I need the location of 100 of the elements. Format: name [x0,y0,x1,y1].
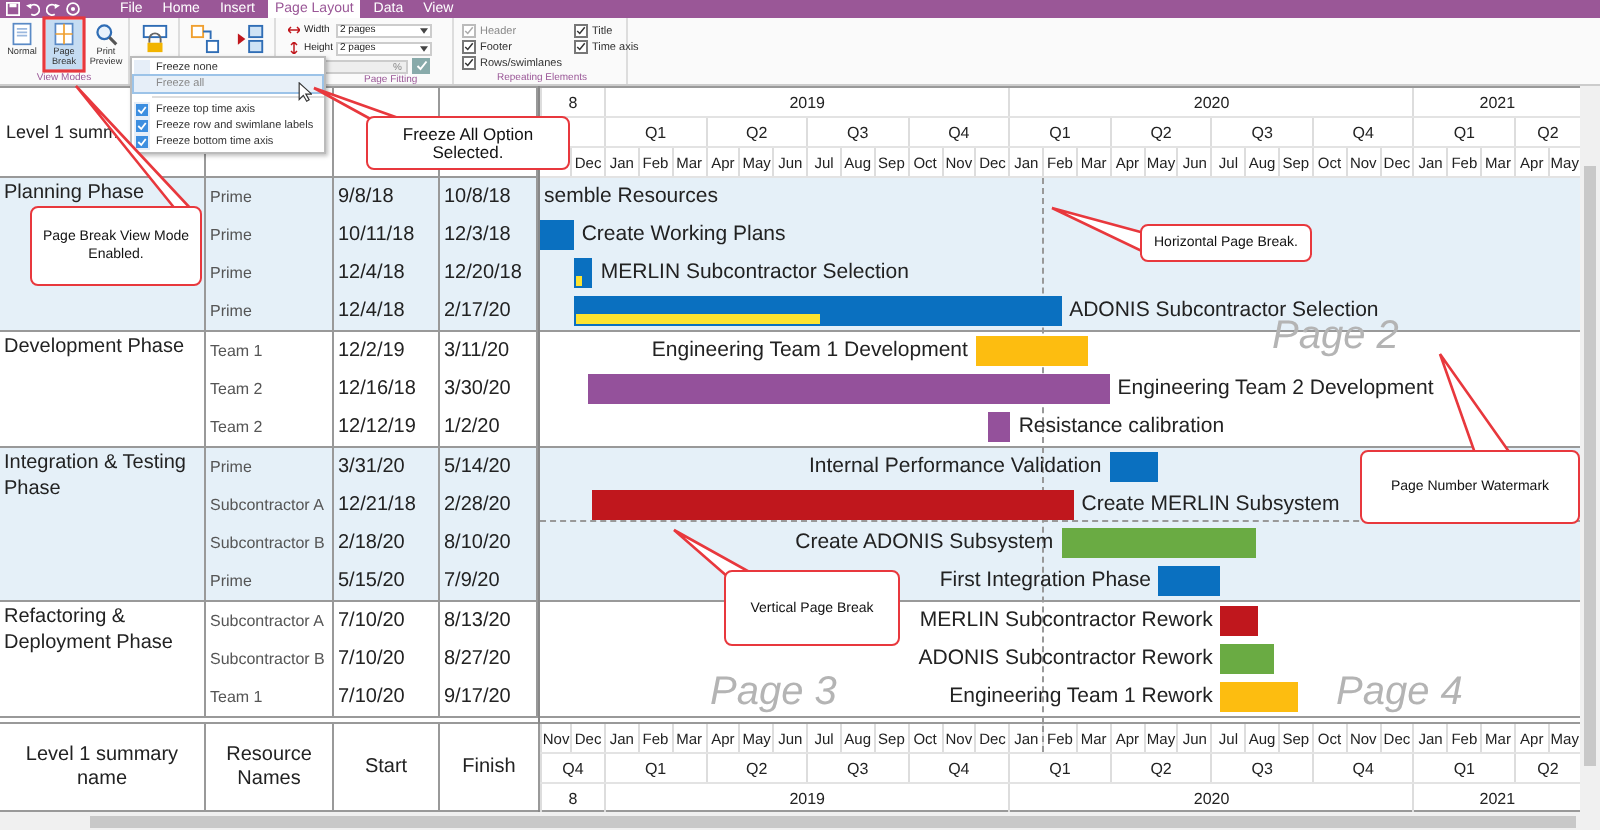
start-cell: 7/10/20 [334,602,440,640]
task-label: Resistance calibration [1018,412,1225,442]
quarter-label: Q1 [604,754,706,782]
quarter-label: Q1 [604,118,706,146]
resource-cell: Prime [206,292,334,330]
column-header: Finish [440,724,540,810]
quarter-label: Q3 [1210,754,1312,782]
task-bar[interactable] [987,412,1011,442]
task-label: Create MERLIN Subsystem [1081,490,1340,520]
caret-icon [420,45,428,51]
quarter-label: Q3 [1210,118,1312,146]
start-cell: 10/11/18 [334,216,440,254]
finish-cell: 12/20/18 [440,254,538,292]
column-header: Resource Names [206,724,334,810]
resource-cell: Team 2 [206,408,334,446]
year-label: 2020 [1008,88,1413,116]
finish-cell: 8/13/20 [440,602,538,640]
magnifier-icon [94,22,118,46]
quarter-label: Q4 [907,754,1009,782]
quarter-label: Q1 [1412,754,1514,782]
finish-cell: 8/27/20 [440,640,538,678]
quarter-label: Q2 [705,118,807,146]
task-label: First Integration Phase [939,566,1151,596]
start-cell: 12/4/18 [334,292,440,330]
page-grid-icon [52,22,76,46]
quarter-label: Q2 [1109,118,1211,146]
task-bar[interactable] [573,296,1062,326]
year-label: 2019 [604,88,1009,116]
resource-cell: Subcontractor B [206,640,334,678]
quarter-label: Q3 [806,118,908,146]
task-label: Engineering Team 1 Development [651,336,968,366]
start-cell: 12/2/19 [334,332,440,370]
start-cell: 12/16/18 [334,370,440,408]
start-cell: 3/31/20 [334,448,440,486]
column-header: Level 1 summary name [0,724,206,810]
resource-cell: Team 2 [206,370,334,408]
quarter-label: Q4 [1311,754,1413,782]
cursor-icon [298,82,312,102]
resource-cell: Subcontractor B [206,524,334,562]
task-label: Create Working Plans [581,220,786,250]
quarter-label: Q1 [1008,118,1110,146]
lock-icon [139,24,169,54]
quarter-label: Q1 [1008,754,1110,782]
resource-cell: Team 1 [206,332,334,370]
horizontal-scrollbar[interactable] [0,812,1600,830]
resource-cell: Prime [206,254,334,292]
check-icon [136,136,148,148]
finish-cell: 2/28/20 [440,486,538,524]
start-cell: 12/21/18 [334,486,440,524]
resource-cell: Prime [206,448,334,486]
page-order-icon [235,24,265,54]
task-label: Engineering Team 2 Development [1117,374,1434,404]
task-bar[interactable] [573,258,593,288]
finish-cell: 2/17/20 [440,292,538,330]
start-cell: 7/10/20 [334,678,440,716]
start-cell: 12/4/18 [334,254,440,292]
check-icon [136,120,148,132]
quarter-label: Q4 [907,118,1009,146]
undo-icon[interactable] [26,2,40,16]
quarter-label: Q1 [1412,118,1514,146]
task-label: ADONIS Subcontractor Rework [918,644,1213,674]
task-label: ADONIS Subcontractor Selection [1069,296,1379,322]
start-cell: 7/10/20 [334,640,440,678]
resource-cell: Team 1 [206,678,334,716]
resource-cell: Prime [206,216,334,254]
finish-cell: 1/2/20 [440,408,538,446]
finish-cell: 3/11/20 [440,332,538,370]
finish-cell: 12/3/18 [440,216,538,254]
help-icon[interactable] [66,2,80,16]
task-label: Engineering Team 1 Rework [949,682,1213,712]
resource-cell: Subcontractor A [206,602,334,640]
height-icon [288,42,300,54]
page-watermark: Page 4 [1336,670,1463,716]
quarter-label: Q3 [806,754,908,782]
quarter-label: Q4 [1311,118,1413,146]
resource-cell: Prime [206,562,334,600]
apply-button[interactable] [412,58,430,74]
start-cell: 2/18/20 [334,524,440,562]
redo-icon[interactable] [46,2,60,16]
quarter-label: Q4 [540,754,604,782]
quarter-label: Q2 [705,754,807,782]
check-icon [415,60,427,72]
save-icon[interactable] [6,2,20,16]
group-name: Development Phase [0,332,206,446]
finish-cell: 5/14/20 [440,448,538,486]
task-bar[interactable] [1109,452,1159,482]
column-header: Start [334,724,440,810]
start-cell: 9/8/18 [334,178,440,216]
start-cell: 12/12/19 [334,408,440,446]
task-label: MERLIN Subcontractor Selection [600,258,909,288]
task-label: Internal Performance Validation [808,452,1102,482]
task-bar[interactable] [1220,606,1259,636]
resource-cell: Prime [206,178,334,216]
group-name: Integration & Testing Phase [0,448,206,600]
finish-cell: 7/9/20 [440,562,538,600]
vertical-scrollbar[interactable] [1580,86,1600,812]
width-icon [288,24,300,36]
finish-cell: 8/10/20 [440,524,538,562]
group-name: Refactoring & Deployment Phase [0,602,206,716]
finish-cell: 3/30/20 [440,370,538,408]
